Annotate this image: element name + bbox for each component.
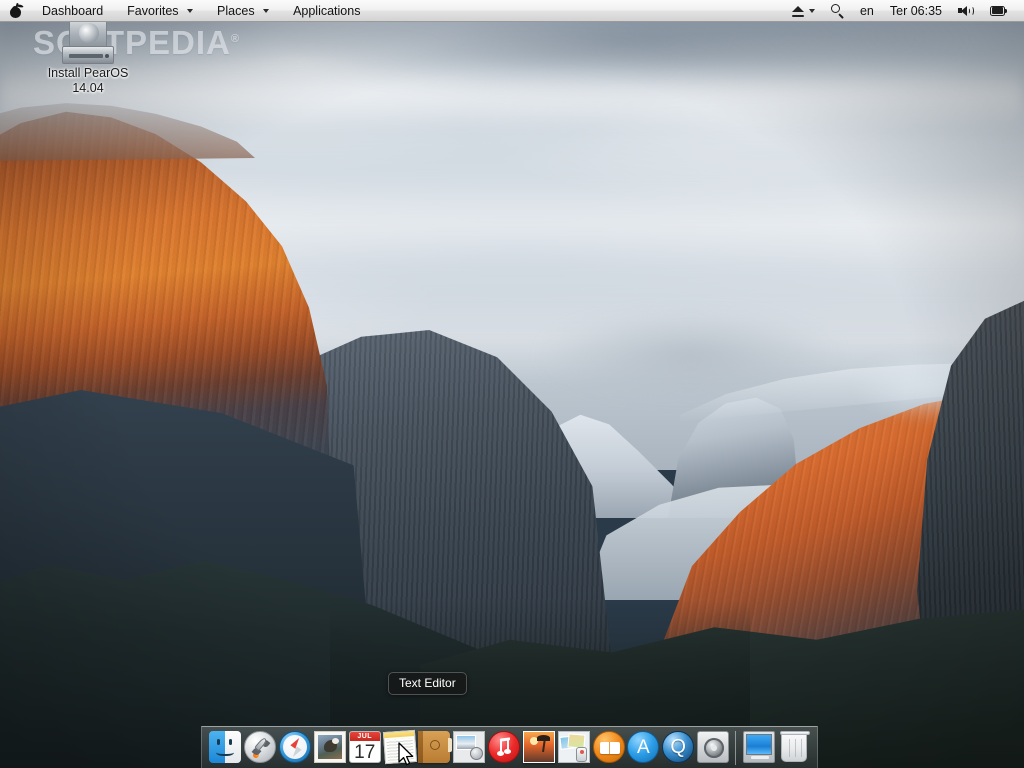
dock-item-image-capture[interactable] bbox=[453, 731, 486, 768]
menu-item-applications-label: Applications bbox=[293, 3, 361, 18]
search-icon bbox=[830, 4, 844, 19]
menu-item-applications[interactable]: Applications bbox=[281, 0, 372, 22]
desktop-wallpaper bbox=[0, 0, 1024, 768]
dock-item-calendar[interactable]: JUL 17 bbox=[348, 731, 381, 768]
pear-logo-icon[interactable] bbox=[0, 2, 30, 18]
menu-item-places[interactable]: Places bbox=[205, 0, 281, 22]
watermark-registered-mark: ® bbox=[230, 33, 240, 45]
safari-compass-icon bbox=[279, 731, 312, 763]
desktop-icon-install-pearos[interactable]: Install PearOS 14.04 bbox=[40, 10, 136, 96]
dock-item-preview[interactable] bbox=[557, 731, 590, 768]
dock-item-system-preferences[interactable] bbox=[696, 731, 730, 768]
ibooks-icon bbox=[592, 731, 625, 763]
battery-icon bbox=[990, 5, 1008, 16]
desktop-icon-label-line2: 14.04 bbox=[72, 81, 104, 95]
chevron-down-icon bbox=[263, 9, 270, 14]
wallpaper-vignette bbox=[0, 0, 1024, 768]
dock-item-trash[interactable] bbox=[777, 731, 810, 768]
menu-bar: Dashboard Favorites Places Applications … bbox=[0, 0, 1024, 22]
mouse-cursor bbox=[398, 742, 414, 766]
menu-item-dashboard[interactable]: Dashboard bbox=[30, 0, 115, 22]
launchpad-rocket-icon bbox=[244, 731, 277, 763]
menu-item-places-label: Places bbox=[217, 3, 255, 18]
volume-menu[interactable] bbox=[950, 0, 982, 22]
dock: JUL 17 A Q bbox=[201, 726, 818, 768]
gear-icon bbox=[696, 731, 729, 763]
dock-item-contacts[interactable] bbox=[418, 731, 453, 768]
dock-item-itunes[interactable] bbox=[488, 731, 521, 768]
mail-stamp-icon bbox=[313, 731, 346, 763]
dock-item-ibooks[interactable] bbox=[592, 731, 625, 768]
menu-item-favorites[interactable]: Favorites bbox=[115, 0, 205, 22]
address-book-icon bbox=[418, 731, 453, 763]
chevron-down-icon bbox=[808, 8, 815, 13]
display-window-icon bbox=[742, 731, 775, 763]
eject-menu[interactable] bbox=[784, 0, 823, 22]
dock-item-displays[interactable] bbox=[742, 731, 775, 768]
battery-menu[interactable] bbox=[982, 0, 1016, 22]
dock-separator bbox=[735, 731, 737, 765]
iphoto-icon bbox=[522, 731, 555, 763]
dock-item-finder[interactable] bbox=[209, 731, 242, 768]
quicktime-icon: Q bbox=[662, 731, 695, 763]
dock-item-quicktime[interactable]: Q bbox=[662, 731, 695, 768]
image-capture-icon bbox=[453, 731, 486, 763]
calendar-day-label: 17 bbox=[354, 742, 376, 763]
finder-icon bbox=[209, 731, 242, 763]
app-store-glyph: A bbox=[636, 737, 650, 758]
volume-icon bbox=[958, 5, 974, 17]
keyboard-layout-indicator[interactable]: en bbox=[852, 0, 882, 22]
clock[interactable]: Ter 06:35 bbox=[882, 0, 950, 22]
calendar-month-label: JUL bbox=[349, 732, 380, 741]
calendar-icon: JUL 17 bbox=[348, 731, 381, 763]
preview-icon bbox=[557, 731, 590, 763]
itunes-note-icon bbox=[488, 731, 521, 763]
eject-icon bbox=[791, 5, 804, 17]
spotlight-search-button[interactable] bbox=[823, 0, 852, 22]
menu-item-dashboard-label: Dashboard bbox=[42, 3, 104, 18]
dock-item-app-store[interactable]: A bbox=[627, 731, 660, 768]
desktop-icon-label-line1: Install PearOS bbox=[47, 66, 129, 80]
dock-item-launchpad[interactable] bbox=[244, 731, 277, 768]
keyboard-layout-label: en bbox=[859, 3, 874, 18]
dock-item-safari[interactable] bbox=[279, 731, 312, 768]
menu-bar-status-area: en Ter 06:35 bbox=[784, 0, 1024, 22]
dock-tooltip: Text Editor bbox=[388, 672, 467, 695]
app-store-icon: A bbox=[627, 731, 660, 763]
dock-item-iphoto[interactable] bbox=[522, 731, 555, 768]
clock-label: Ter 06:35 bbox=[889, 3, 942, 18]
chevron-down-icon bbox=[187, 9, 194, 14]
dock-tooltip-label: Text Editor bbox=[399, 676, 456, 690]
dock-item-mail[interactable] bbox=[313, 731, 346, 768]
menu-item-favorites-label: Favorites bbox=[127, 3, 179, 18]
desktop-icon-label: Install PearOS 14.04 bbox=[40, 66, 136, 96]
trash-icon bbox=[779, 731, 810, 762]
quicktime-glyph: Q bbox=[670, 736, 686, 758]
